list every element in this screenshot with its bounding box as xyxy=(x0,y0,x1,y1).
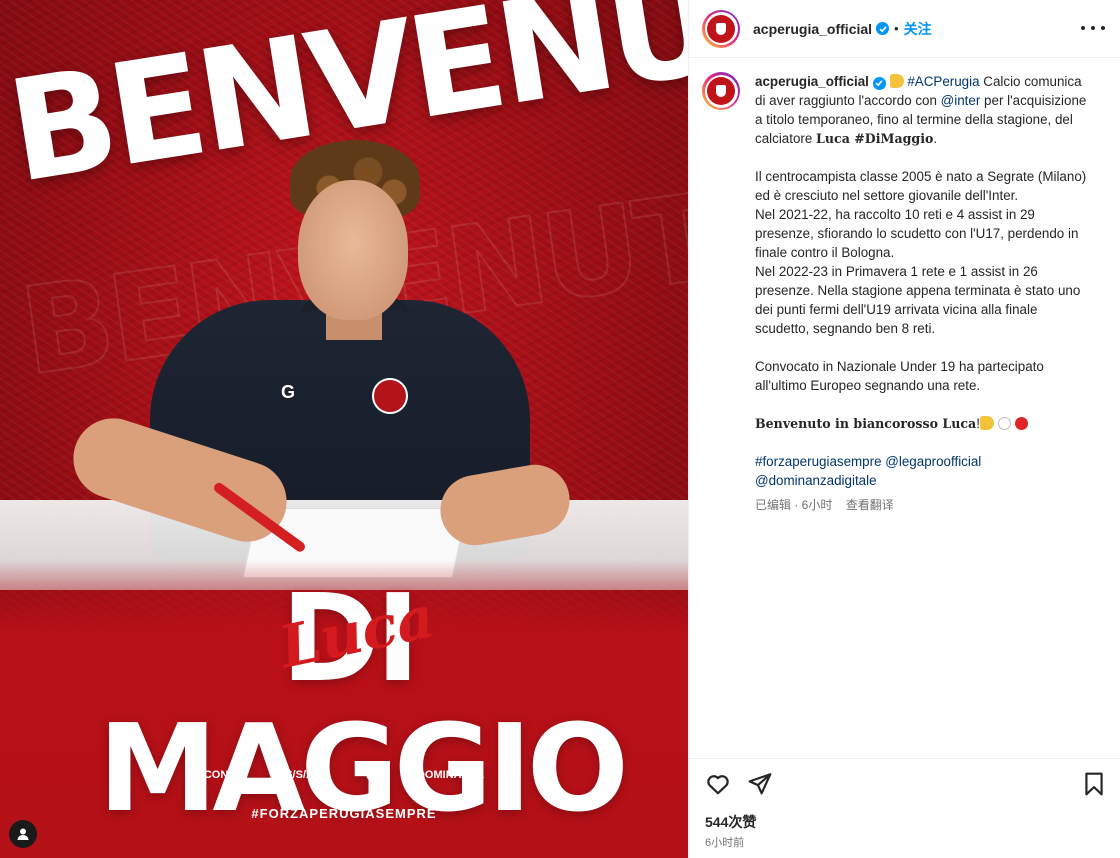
verified-badge-icon xyxy=(876,22,890,35)
follow-button[interactable]: 关注 xyxy=(904,19,932,39)
caption-paragraph-2: Il centrocampista classe 2005 è nato a S… xyxy=(755,169,1087,203)
caption-paragraph-4: Nel 2022-23 in Primavera 1 rete e 1 assi… xyxy=(755,264,1081,336)
caption-paragraph-5: Convocato in Nazionale Under 19 ha parte… xyxy=(755,359,1044,393)
caption-avatar[interactable] xyxy=(702,72,740,110)
player-face xyxy=(298,180,408,320)
shirt-sponsor-logo: G xyxy=(280,382,295,402)
flexed-biceps-emoji-icon xyxy=(979,416,994,430)
welcome-bold: Benvenuto in biancorosso Luca xyxy=(755,416,977,431)
sponsor-bar: CONAD /S/S/A/S/ G DOMINANZA xyxy=(0,760,688,790)
header-separator: • xyxy=(894,21,899,36)
caption-paragraph-3: Nel 2021-22, ha raccolto 10 reti e 4 ass… xyxy=(755,207,1079,260)
mention-inter[interactable]: @inter xyxy=(941,93,981,108)
white-circle-emoji-icon xyxy=(997,417,1011,430)
post-header: acperugia_official • 关注 xyxy=(689,0,1120,58)
hashtag-acperugia[interactable]: #ACPerugia xyxy=(907,74,979,89)
caption-username[interactable]: acperugia_official xyxy=(755,74,869,89)
image-hashtag: #FORZAPERUGIASEMPRE xyxy=(251,806,437,821)
tagged-users-button[interactable] xyxy=(9,820,37,848)
post-image[interactable]: BENVENUTO BENVENUTO G DI MAGGIO Luca CON… xyxy=(0,0,688,858)
mention-dominanzadigitale[interactable]: @dominanzadigitale xyxy=(755,473,877,488)
caption-paragraph-6: Benvenuto in biancorosso Luca! xyxy=(755,414,1091,433)
player-name-bold: Luca #DiMaggio xyxy=(816,131,934,146)
post-sidebar: acperugia_official • 关注 acperugia_offici… xyxy=(688,0,1120,858)
post-actions-footer: 544次赞 6小时前 xyxy=(689,758,1120,858)
header-username[interactable]: acperugia_official xyxy=(753,21,872,37)
person-icon xyxy=(17,828,29,840)
profile-avatar[interactable] xyxy=(702,9,740,48)
club-crest-icon xyxy=(707,14,735,43)
caption-text-run: . xyxy=(933,131,938,146)
caption-paragraph-7: #forzaperugiasempre @legaproofficial @do… xyxy=(755,452,1091,490)
sponsor-conad: CONAD xyxy=(203,769,245,781)
caption-meta: 已编辑 · 6小时 查看翻译 xyxy=(755,496,1091,515)
edited-time: 已编辑 · 6小时 xyxy=(755,498,833,512)
sponsor-dominanza: DOMINANZA xyxy=(416,769,485,781)
heart-icon[interactable] xyxy=(705,771,731,797)
post-time: 6小时前 xyxy=(705,837,745,849)
caption-text: acperugia_official #ACPerugia Calcio com… xyxy=(755,72,1091,758)
writing-hand-emoji-icon xyxy=(889,74,904,88)
send-icon[interactable] xyxy=(747,771,773,797)
action-bar xyxy=(705,771,773,797)
club-crest-icon xyxy=(707,77,735,105)
verified-badge-icon xyxy=(872,76,886,90)
more-options-icon[interactable] xyxy=(1081,18,1105,38)
sponsor-g-logo-icon: G xyxy=(365,763,381,786)
like-count[interactable]: 544次赞 xyxy=(705,812,756,832)
hashtag-forzaperugiasempre[interactable]: #forzaperugiasempre xyxy=(755,454,882,469)
red-circle-emoji-icon xyxy=(1014,417,1028,430)
bookmark-icon[interactable] xyxy=(1081,771,1107,797)
sponsor-ssas: /S/S/A/S/ xyxy=(282,769,328,781)
shirt-crest xyxy=(372,378,408,414)
see-translation-link[interactable]: 查看翻译 xyxy=(846,498,894,512)
mention-legaproofficial[interactable]: @legaproofficial xyxy=(885,454,981,469)
caption-paragraph-1: acperugia_official #ACPerugia Calcio com… xyxy=(755,72,1091,148)
caption-section: acperugia_official #ACPerugia Calcio com… xyxy=(689,58,1120,758)
